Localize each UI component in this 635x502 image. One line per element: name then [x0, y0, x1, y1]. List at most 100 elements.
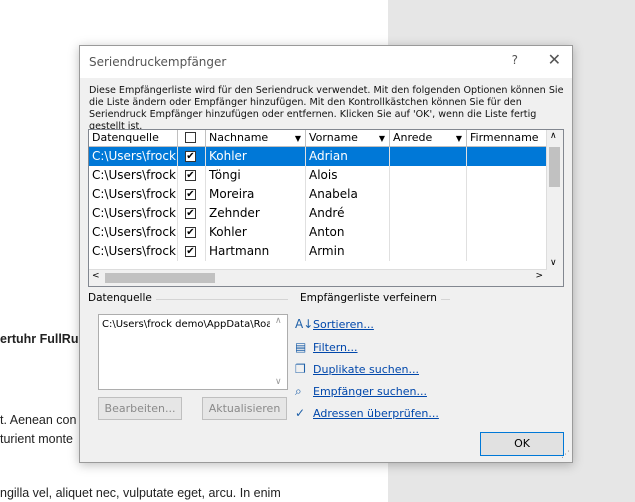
datasource-item[interactable]: C:\Users\frock demo\AppData\Roam — [102, 319, 270, 330]
firstname-cell: Adrian — [306, 147, 390, 166]
salutation-cell — [390, 204, 467, 223]
recipient-row[interactable]: C:\Users\frock... ✔ Moreira Anabela — [89, 185, 547, 204]
column-header-datasource[interactable]: Datenquelle — [89, 130, 178, 146]
find-recipient-link[interactable]: ⌕ Empfänger suchen... — [295, 384, 427, 398]
datasource-list[interactable]: C:\Users\frock demo\AppData\Roam ∧ ∨ — [98, 314, 288, 390]
scroll-thumb[interactable] — [549, 147, 560, 187]
title-bar: Seriendruckempfänger ? ✕ — [80, 46, 572, 78]
dropdown-arrow-icon[interactable]: ▼ — [456, 131, 462, 147]
salutation-cell — [390, 242, 467, 261]
firstname-cell: André — [306, 204, 390, 223]
datasource-cell: C:\Users\frock... — [89, 166, 178, 185]
search-icon: ⌕ — [295, 384, 302, 398]
scroll-down-icon[interactable]: ∨ — [275, 377, 282, 387]
column-header-label: Firmenname — [470, 131, 539, 144]
lastname-cell: Kohler — [206, 223, 306, 242]
company-cell — [467, 185, 549, 204]
recipient-checkbox[interactable]: ✔ — [185, 170, 196, 181]
datasource-cell: C:\Users\frock... — [89, 242, 178, 261]
scroll-down-icon[interactable]: ∨ — [550, 258, 557, 268]
dropdown-arrow-icon[interactable]: ▼ — [295, 131, 301, 147]
dropdown-arrow-icon[interactable]: ▼ — [379, 131, 385, 147]
recipient-checkbox[interactable]: ✔ — [185, 189, 196, 200]
firstname-cell: Anton — [306, 223, 390, 242]
recipient-row[interactable]: C:\Users\frock... ✔ Zehnder André — [89, 204, 547, 223]
company-cell — [467, 223, 549, 242]
recipient-row[interactable]: C:\Users\frock... ✔ Hartmann Armin — [89, 242, 547, 261]
recipient-checkbox[interactable]: ✔ — [185, 227, 196, 238]
datasource-scrollbar[interactable]: ∧ ∨ — [273, 315, 287, 389]
find-duplicates-link[interactable]: ❐ Duplikate suchen... — [295, 362, 419, 376]
firstname-cell: Armin — [306, 242, 390, 261]
column-header-lastname[interactable]: Nachname ▼ — [206, 130, 306, 146]
link-label: Adressen überprüfen... — [313, 407, 439, 420]
datasource-group-label: Datenquelle — [88, 292, 156, 304]
link-label: Empfänger suchen... — [313, 385, 427, 398]
column-header-select-all[interactable] — [178, 130, 206, 146]
lastname-cell: Moreira — [206, 185, 306, 204]
datasource-cell: C:\Users\frock... — [89, 223, 178, 242]
link-label: Filtern... — [313, 341, 358, 354]
recipient-row[interactable]: C:\Users\frock... ✔ Töngi Alois — [89, 166, 547, 185]
salutation-cell — [390, 185, 467, 204]
scroll-thumb[interactable] — [105, 273, 215, 283]
column-header-company[interactable]: Firmenname — [467, 130, 549, 146]
datasource-cell: C:\Users\frock... — [89, 204, 178, 223]
checkbox-cell: ✔ — [178, 242, 206, 261]
help-button[interactable]: ? — [512, 53, 518, 67]
sort-az-icon: A↓ — [295, 317, 314, 331]
recipient-checkbox[interactable]: ✔ — [185, 246, 196, 257]
scroll-corner — [547, 270, 563, 286]
recipient-row[interactable]: C:\Users\frock... ✔ Kohler Adrian — [89, 147, 547, 166]
recipient-checkbox[interactable]: ✔ — [185, 208, 196, 219]
validate-addresses-icon: ✓ — [295, 406, 306, 420]
recipient-list[interactable]: Datenquelle Nachname ▼ Vorname ▼ Anrede ▼ F… — [88, 129, 564, 287]
firstname-cell: Alois — [306, 166, 390, 185]
close-button[interactable]: ✕ — [548, 50, 561, 69]
select-all-checkbox[interactable] — [185, 132, 196, 143]
link-label: Sortieren... — [313, 318, 374, 331]
checkbox-cell: ✔ — [178, 166, 206, 185]
recipient-list-header: Datenquelle Nachname ▼ Vorname ▼ Anrede ▼ F… — [89, 130, 547, 147]
column-header-label: Datenquelle — [92, 131, 159, 144]
lastname-cell: Zehnder — [206, 204, 306, 223]
column-header-salutation[interactable]: Anrede ▼ — [390, 130, 467, 146]
document-text-line: t. Aenean con — [0, 413, 77, 427]
resize-grip-icon[interactable]: ⋰ — [561, 450, 570, 460]
company-cell — [467, 204, 549, 223]
sort-link[interactable]: A↓ Sortieren... — [295, 317, 374, 331]
refresh-button[interactable]: Aktualisieren — [202, 397, 287, 420]
filter-link[interactable]: ▤ Filtern... — [295, 340, 358, 354]
company-cell — [467, 166, 549, 185]
recipient-row[interactable]: C:\Users\frock... ✔ Kohler Anton — [89, 223, 547, 242]
ok-button[interactable]: OK — [480, 432, 564, 456]
scroll-right-icon[interactable]: > — [535, 271, 543, 281]
vertical-scrollbar[interactable]: ∧ ∨ — [546, 130, 563, 270]
document-text-line: turient monte — [0, 432, 73, 446]
datasource-cell: C:\Users\frock... — [89, 185, 178, 204]
recipient-checkbox[interactable]: ✔ — [185, 151, 196, 162]
dialog-description: Diese Empfängerliste wird für den Serien… — [89, 85, 564, 132]
checkbox-cell: ✔ — [178, 147, 206, 166]
column-header-label: Nachname — [209, 131, 269, 144]
validate-addresses-link[interactable]: ✓ Adressen überprüfen... — [295, 406, 439, 420]
scroll-left-icon[interactable]: < — [92, 271, 100, 281]
document-text-line: ertuhr FullRur — [0, 332, 84, 346]
lastname-cell: Kohler — [206, 147, 306, 166]
document-text-line: ngilla vel, aliquet nec, vulputate eget,… — [0, 486, 281, 500]
edit-button[interactable]: Bearbeiten... — [98, 397, 182, 420]
lastname-cell: Töngi — [206, 166, 306, 185]
salutation-cell — [390, 147, 467, 166]
refine-group-label: Empfängerliste verfeinern — [300, 292, 441, 304]
column-header-label: Vorname — [309, 131, 358, 144]
salutation-cell — [390, 223, 467, 242]
duplicates-icon: ❐ — [295, 362, 306, 376]
link-label: Duplikate suchen... — [313, 363, 419, 376]
horizontal-scrollbar[interactable]: < > — [89, 269, 547, 286]
company-cell — [467, 242, 549, 261]
scroll-up-icon[interactable]: ∧ — [550, 131, 557, 141]
checkbox-cell: ✔ — [178, 185, 206, 204]
column-header-label: Anrede — [393, 131, 433, 144]
scroll-up-icon[interactable]: ∧ — [275, 316, 282, 326]
column-header-firstname[interactable]: Vorname ▼ — [306, 130, 390, 146]
